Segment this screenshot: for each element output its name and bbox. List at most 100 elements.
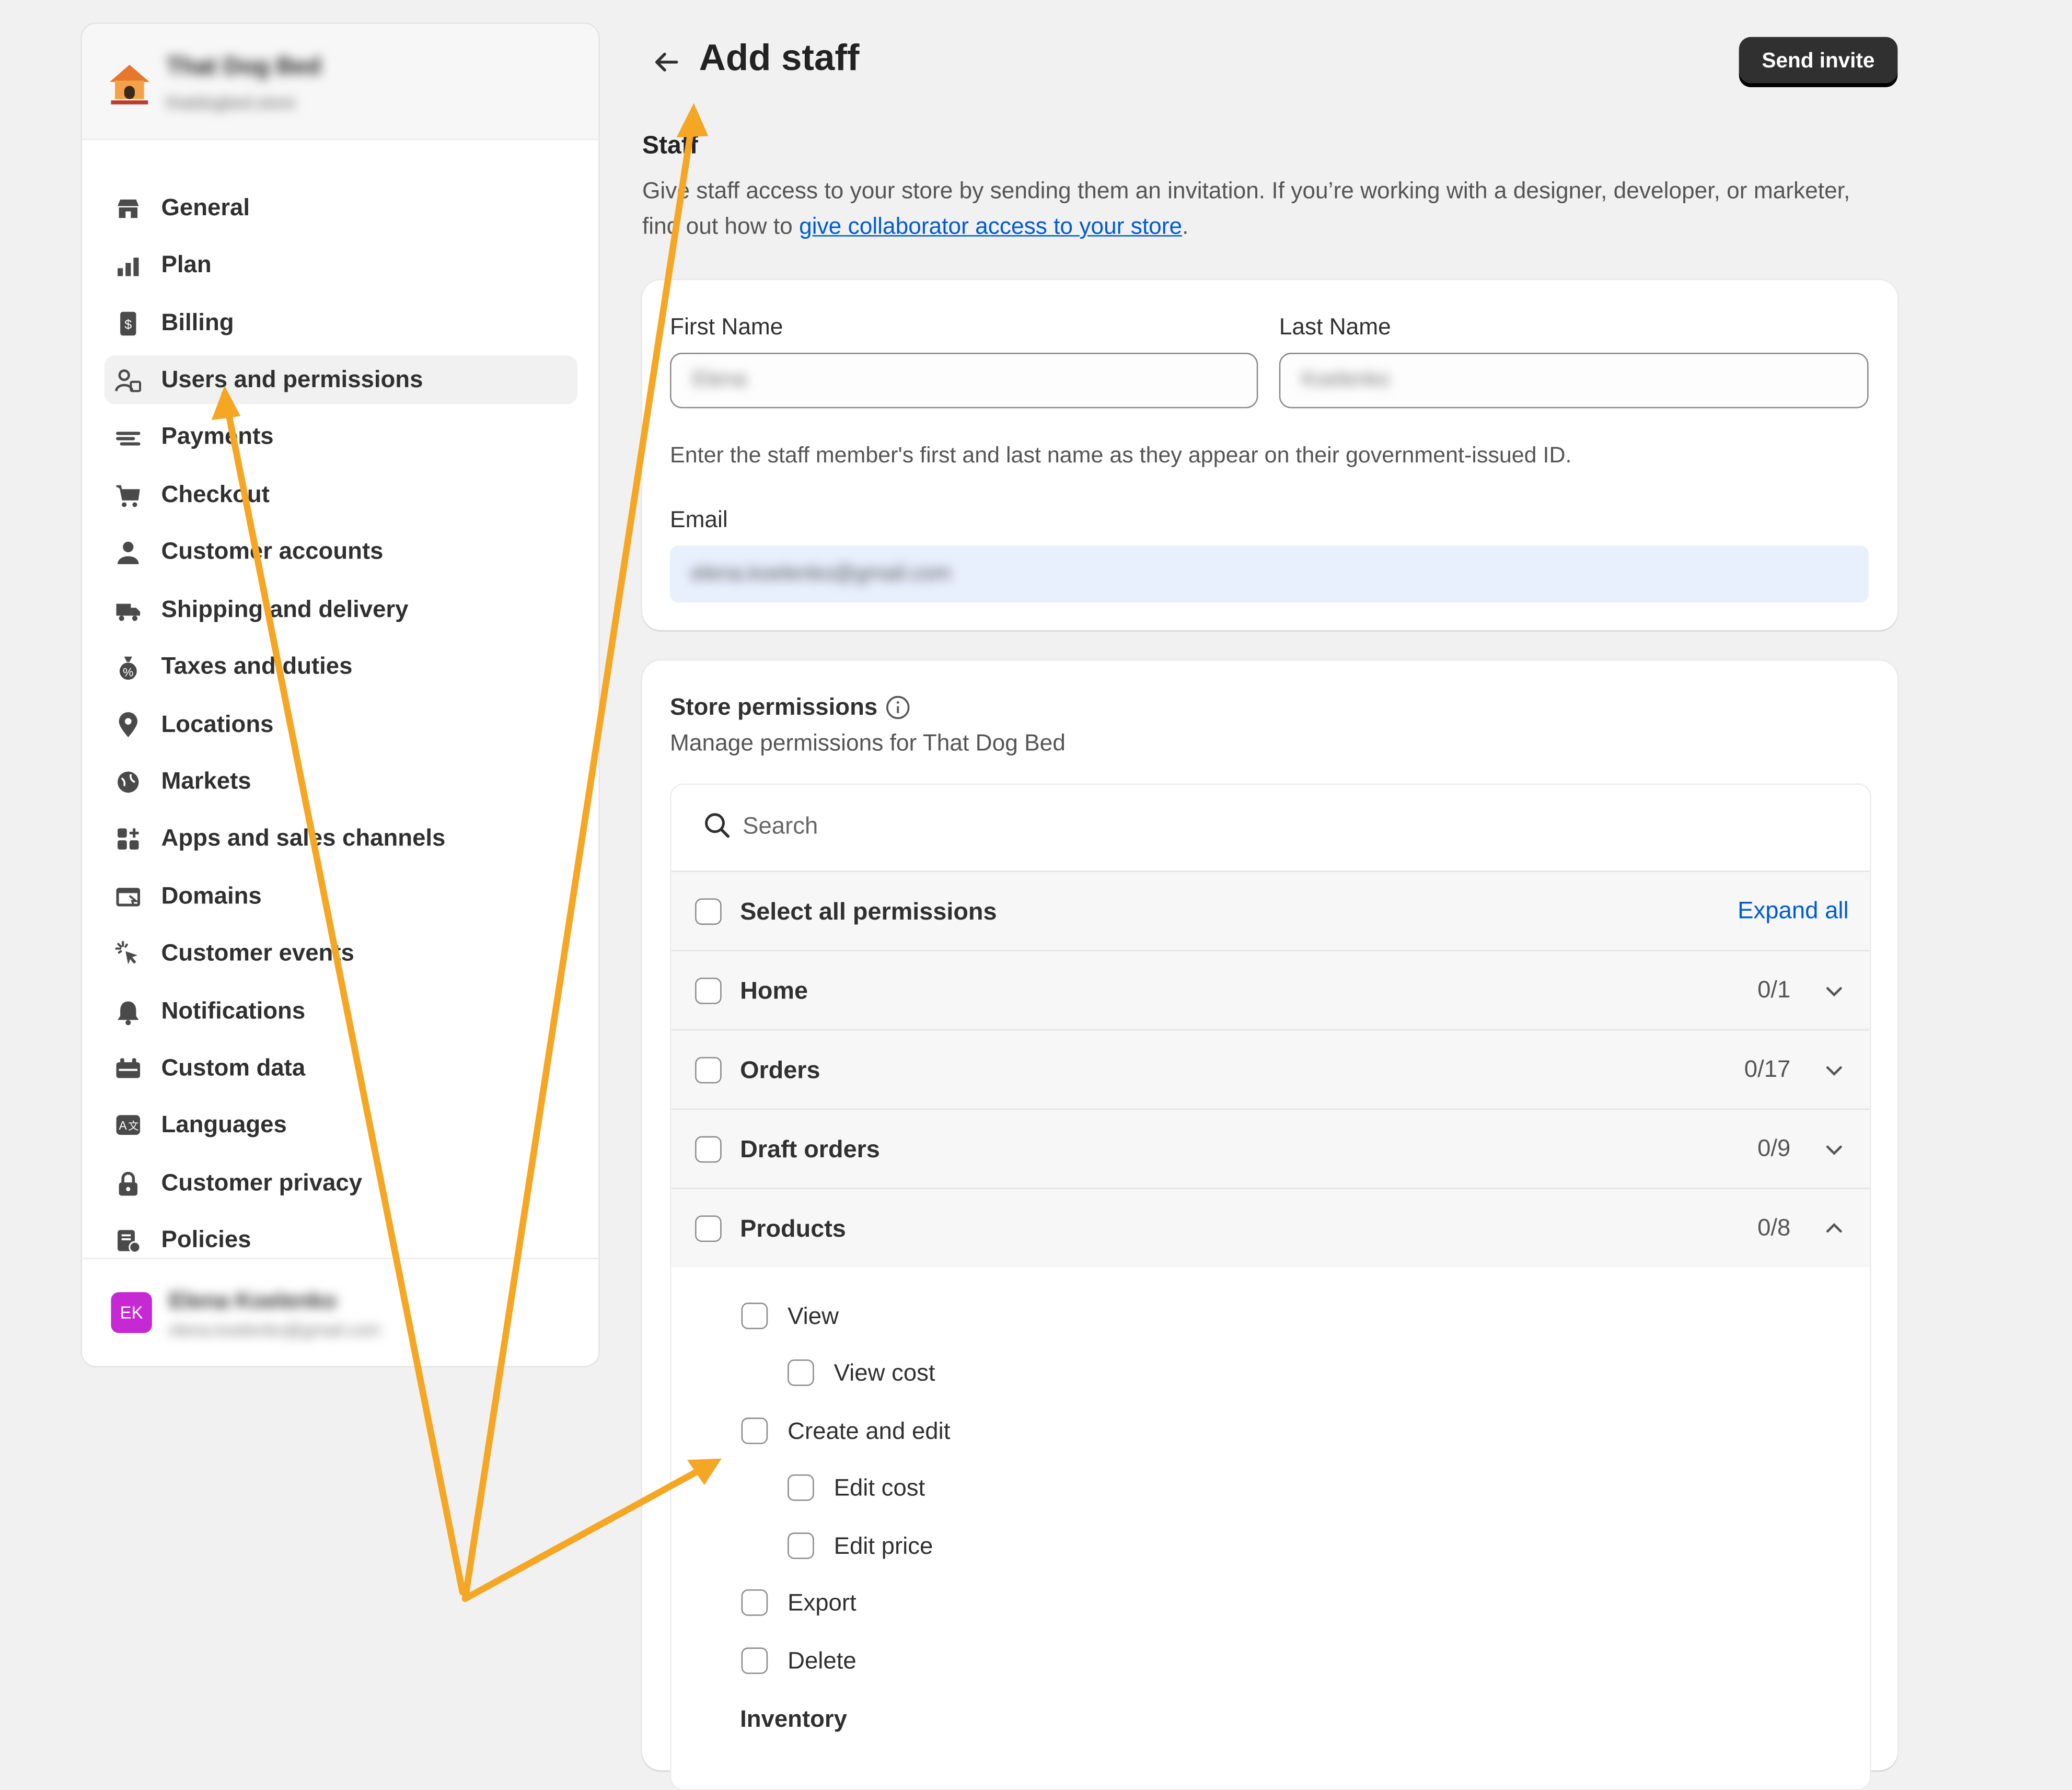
- location-pin-icon: [113, 710, 143, 739]
- products-checkbox[interactable]: [695, 1215, 722, 1241]
- product-create-and-edit-checkbox[interactable]: [741, 1417, 768, 1444]
- sidebar-item-payments[interactable]: Payments: [105, 412, 577, 461]
- sidebar-item-label: Apps and sales channels: [161, 824, 446, 851]
- sidebar-item-shipping-and-delivery[interactable]: Shipping and delivery: [105, 585, 577, 634]
- orders-checkbox[interactable]: [695, 1056, 722, 1083]
- sidebar-item-locations[interactable]: Locations: [105, 700, 577, 749]
- sidebar-item-label: Customer events: [161, 939, 354, 966]
- user-account-row[interactable]: EK Elena Koelenko elena.koelenko@gmail.c…: [82, 1258, 599, 1366]
- sidebar-item-label: Billing: [161, 309, 234, 336]
- staff-section-heading: Staff: [642, 132, 698, 160]
- bell-icon: [113, 997, 143, 1026]
- sidebar-item-label: Payments: [161, 423, 274, 449]
- home-count: 0/1: [1757, 976, 1791, 1003]
- sidebar-item-checkout[interactable]: Checkout: [105, 470, 577, 519]
- staff-description-end: .: [1182, 213, 1189, 239]
- home-label: Home: [740, 975, 808, 1004]
- sidebar-item-label: General: [161, 194, 250, 221]
- user-email: elena.koelenko@gmail.com: [169, 1320, 381, 1340]
- info-icon[interactable]: [885, 695, 910, 720]
- sidebar-item-label: Languages: [161, 1111, 287, 1138]
- sidebar-item-taxes-and-duties[interactable]: % Taxes and duties: [105, 642, 577, 691]
- sidebar-item-customer-accounts[interactable]: Customer accounts: [105, 527, 577, 576]
- store-permissions-card: Store permissions Manage permissions for…: [642, 660, 1898, 1790]
- user-name: Elena Koelenko: [169, 1288, 337, 1314]
- product-export-checkbox[interactable]: [741, 1589, 768, 1616]
- email-input[interactable]: elena.koelenko@gmail.com: [670, 545, 1869, 603]
- billing-icon: $: [113, 308, 143, 338]
- product-view-cost-checkbox[interactable]: [788, 1359, 814, 1386]
- svg-text:A: A: [119, 1118, 128, 1132]
- page-title: Add staff: [699, 37, 860, 78]
- search-icon: [705, 813, 730, 838]
- sidebar-item-languages[interactable]: A 文 Languages: [105, 1100, 577, 1149]
- sidebar-item-general[interactable]: General: [105, 183, 577, 233]
- sidebar-item-label: Plan: [161, 251, 212, 278]
- send-invite-button[interactable]: Send invite: [1739, 37, 1898, 86]
- product-edit-cost-checkbox[interactable]: [788, 1474, 814, 1501]
- sidebar-item-label: Customer privacy: [161, 1169, 363, 1196]
- last-name-value: Koelenko: [1301, 368, 1390, 391]
- permission-group-draft-orders[interactable]: Draft orders 0/9: [671, 1108, 1870, 1188]
- sidebar-item-users-and-permissions[interactable]: Users and permissions: [104, 355, 578, 404]
- sidebar-item-policies[interactable]: Policies: [105, 1215, 577, 1264]
- first-name-label: First Name: [670, 313, 783, 340]
- select-all-checkbox[interactable]: [695, 898, 722, 924]
- draft-orders-checkbox[interactable]: [695, 1135, 722, 1162]
- svg-text:%: %: [123, 665, 133, 678]
- permission-group-home[interactable]: Home 0/1: [671, 950, 1870, 1029]
- sidebar-item-label: Domains: [161, 882, 262, 909]
- search-input[interactable]: Search: [743, 812, 818, 840]
- sidebar-item-domains[interactable]: Domains: [105, 872, 577, 921]
- store-header[interactable]: That Dog Bed thatdogbed.store: [82, 24, 599, 141]
- sidebar-item-label: Users and permissions: [161, 366, 423, 393]
- users-icon: [113, 365, 143, 394]
- home-checkbox[interactable]: [695, 977, 722, 1004]
- sidebar-item-customer-events[interactable]: Customer events: [105, 929, 577, 978]
- sidebar-item-plan[interactable]: Plan: [105, 240, 577, 289]
- truck-icon: [113, 595, 143, 624]
- product-view-label: View: [788, 1303, 839, 1329]
- product-edit-cost-label: Edit cost: [834, 1474, 925, 1501]
- sidebar-item-markets[interactable]: Markets: [105, 757, 577, 806]
- collaborator-access-link[interactable]: give collaborator access to your store: [799, 213, 1182, 239]
- permission-group-products[interactable]: Products 0/8: [671, 1188, 1870, 1268]
- orders-label: Orders: [740, 1055, 820, 1083]
- permissions-search[interactable]: Search: [672, 785, 1870, 870]
- email-label: Email: [670, 506, 728, 533]
- product-view-checkbox[interactable]: [741, 1303, 768, 1329]
- last-name-input[interactable]: Koelenko: [1279, 353, 1869, 409]
- product-create-and-edit-label: Create and edit: [788, 1417, 951, 1444]
- expand-all-button[interactable]: Expand all: [1738, 897, 1849, 925]
- person-icon: [113, 537, 143, 566]
- store-logo-icon: [109, 64, 149, 104]
- back-arrow-icon[interactable]: [647, 43, 685, 80]
- sidebar-item-label: Custom data: [161, 1054, 306, 1081]
- sidebar-item-label: Policies: [161, 1226, 251, 1253]
- cursor-click-icon: [113, 939, 143, 968]
- product-delete-checkbox[interactable]: [741, 1647, 768, 1674]
- cart-icon: [113, 480, 143, 509]
- store-icon: [113, 193, 143, 223]
- sidebar-item-custom-data[interactable]: Custom data: [105, 1044, 577, 1093]
- sidebar-item-customer-privacy[interactable]: Customer privacy: [105, 1159, 577, 1208]
- first-name-input[interactable]: Elena: [670, 353, 1258, 409]
- sidebar-item-apps-and-sales-channels[interactable]: Apps and sales channels: [105, 814, 577, 863]
- store-name: That Dog Bed: [166, 53, 321, 79]
- permissions-list: Search Select all permissions Expand all…: [670, 783, 1871, 1790]
- payments-icon: [113, 422, 143, 451]
- sidebar-item-notifications[interactable]: Notifications: [105, 987, 577, 1036]
- staff-section-description: Give staff access to your store by sendi…: [642, 173, 1884, 245]
- chevron-down-icon[interactable]: [1822, 1137, 1846, 1161]
- select-all-row: Select all permissions Expand all: [671, 870, 1870, 950]
- store-domain: thatdogbed.store: [166, 92, 296, 112]
- staff-details-card: First Name Elena Last Name Koelenko Ente…: [642, 280, 1898, 631]
- product-view-cost-label: View cost: [834, 1359, 935, 1386]
- permission-group-orders[interactable]: Orders 0/17: [671, 1029, 1870, 1109]
- product-export-label: Export: [788, 1589, 856, 1616]
- product-edit-price-checkbox[interactable]: [788, 1532, 814, 1559]
- chevron-down-icon[interactable]: [1822, 1057, 1846, 1082]
- chevron-down-icon[interactable]: [1822, 979, 1846, 1003]
- chevron-up-icon[interactable]: [1822, 1216, 1846, 1240]
- sidebar-item-billing[interactable]: $ Billing: [105, 298, 577, 347]
